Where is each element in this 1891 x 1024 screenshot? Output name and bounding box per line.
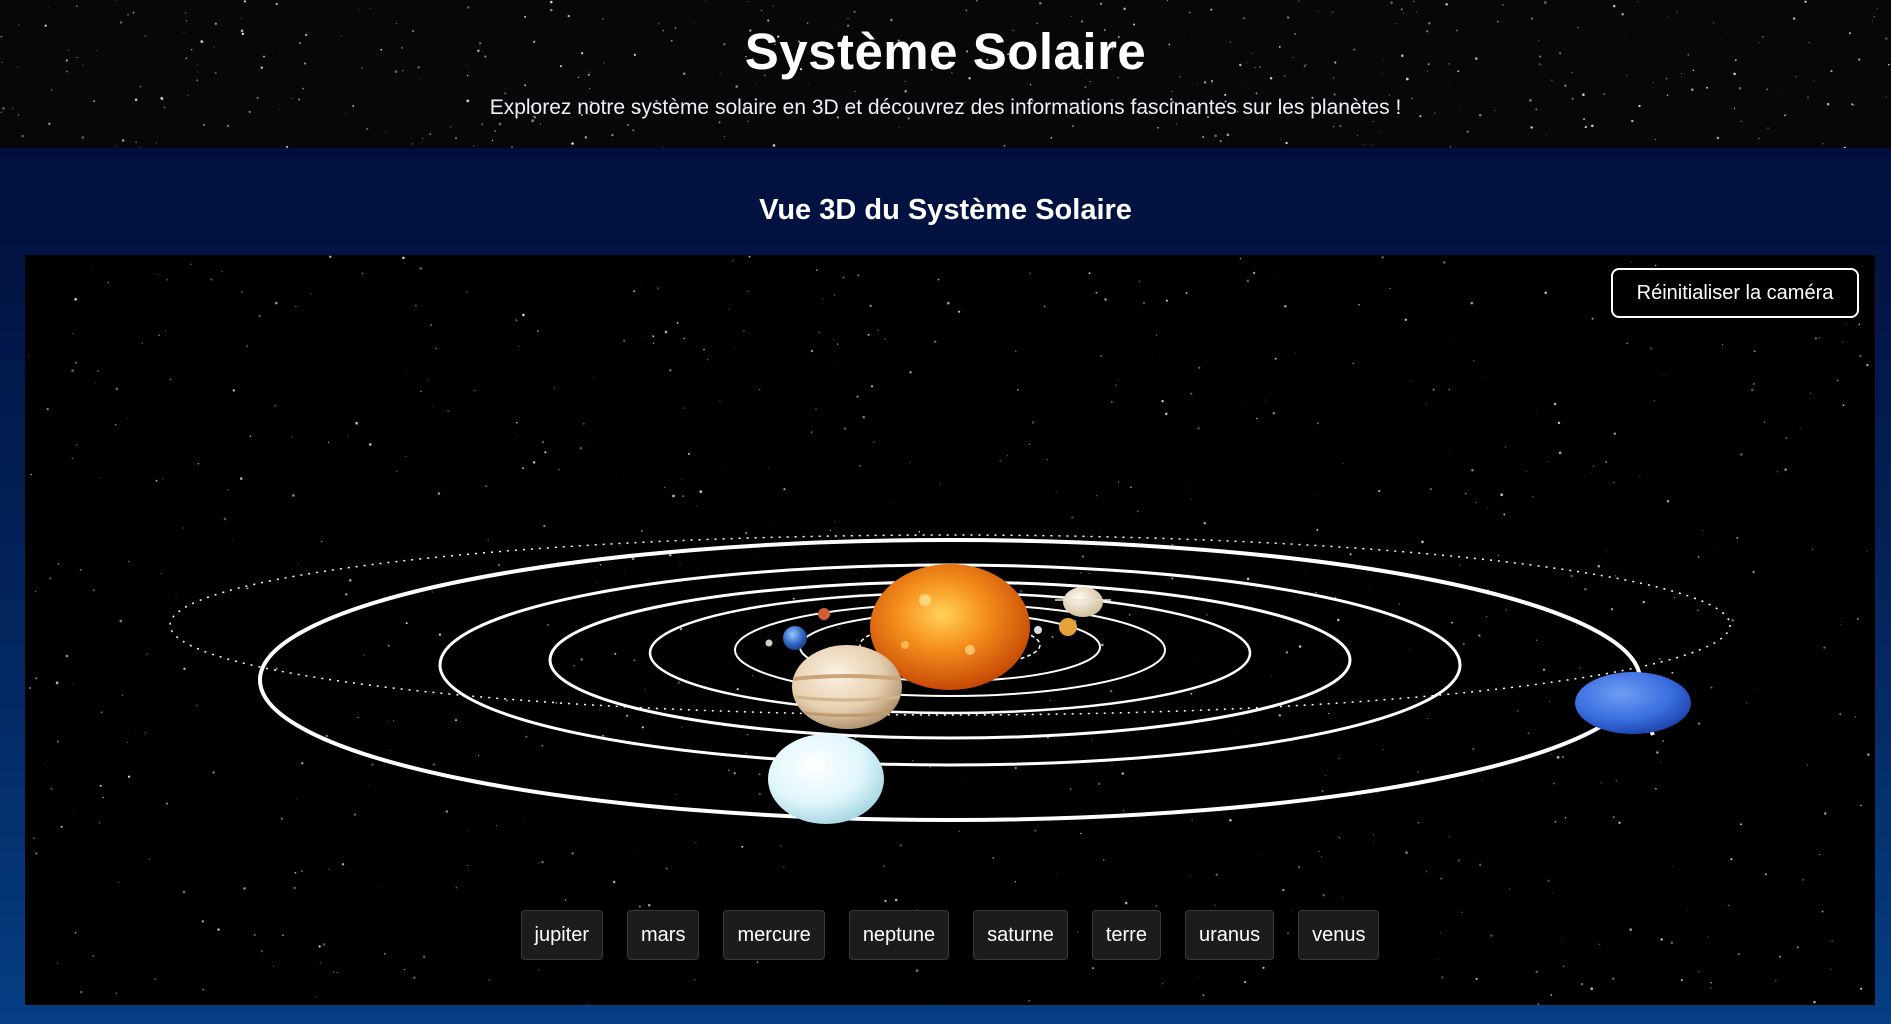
planet-uranus[interactable] [768, 734, 884, 824]
page-subtitle: Explorez notre système solaire en 3D et … [489, 96, 1402, 119]
moon-small [1034, 626, 1042, 634]
solar-system-scene[interactable] [25, 255, 1875, 1005]
planet-button-mercure[interactable]: mercure [723, 910, 825, 960]
planet-button-saturne[interactable]: saturne [973, 910, 1068, 960]
planet-venus[interactable] [1059, 618, 1077, 636]
planet-button-neptune[interactable]: neptune [848, 910, 950, 960]
planet-button-mars[interactable]: mars [627, 910, 700, 960]
planet-button-terre[interactable]: terre [1091, 910, 1161, 960]
planet-neptune[interactable] [1575, 672, 1691, 734]
planet-button-venus[interactable]: venus [1298, 910, 1380, 960]
planet-button-jupiter[interactable]: jupiter [520, 910, 603, 960]
page-header: Système Solaire Explorez notre système s… [0, 0, 1891, 148]
planet-terre[interactable] [783, 626, 807, 650]
reset-camera-button[interactable]: Réinitialiser la caméra [1611, 268, 1859, 318]
page-title: Système Solaire [744, 23, 1147, 80]
planet-jupiter[interactable] [792, 645, 902, 729]
planet-saturne[interactable] [1055, 587, 1111, 617]
planet-mercure[interactable] [765, 639, 773, 647]
solar-system-3d-viewport[interactable]: Réinitialiser la caméra jupiter mars mercu… [25, 255, 1875, 1005]
planet-button-uranus[interactable]: uranus [1184, 910, 1275, 960]
planet-button-bar: jupiter mars mercure neptune saturne terre ura… [25, 910, 1875, 962]
planet-mars[interactable] [818, 608, 830, 620]
section-title: Vue 3D du Système Solaire [759, 194, 1132, 226]
main-section: Vue 3D du Système Solaire Réinitialiser … [0, 148, 1891, 1024]
